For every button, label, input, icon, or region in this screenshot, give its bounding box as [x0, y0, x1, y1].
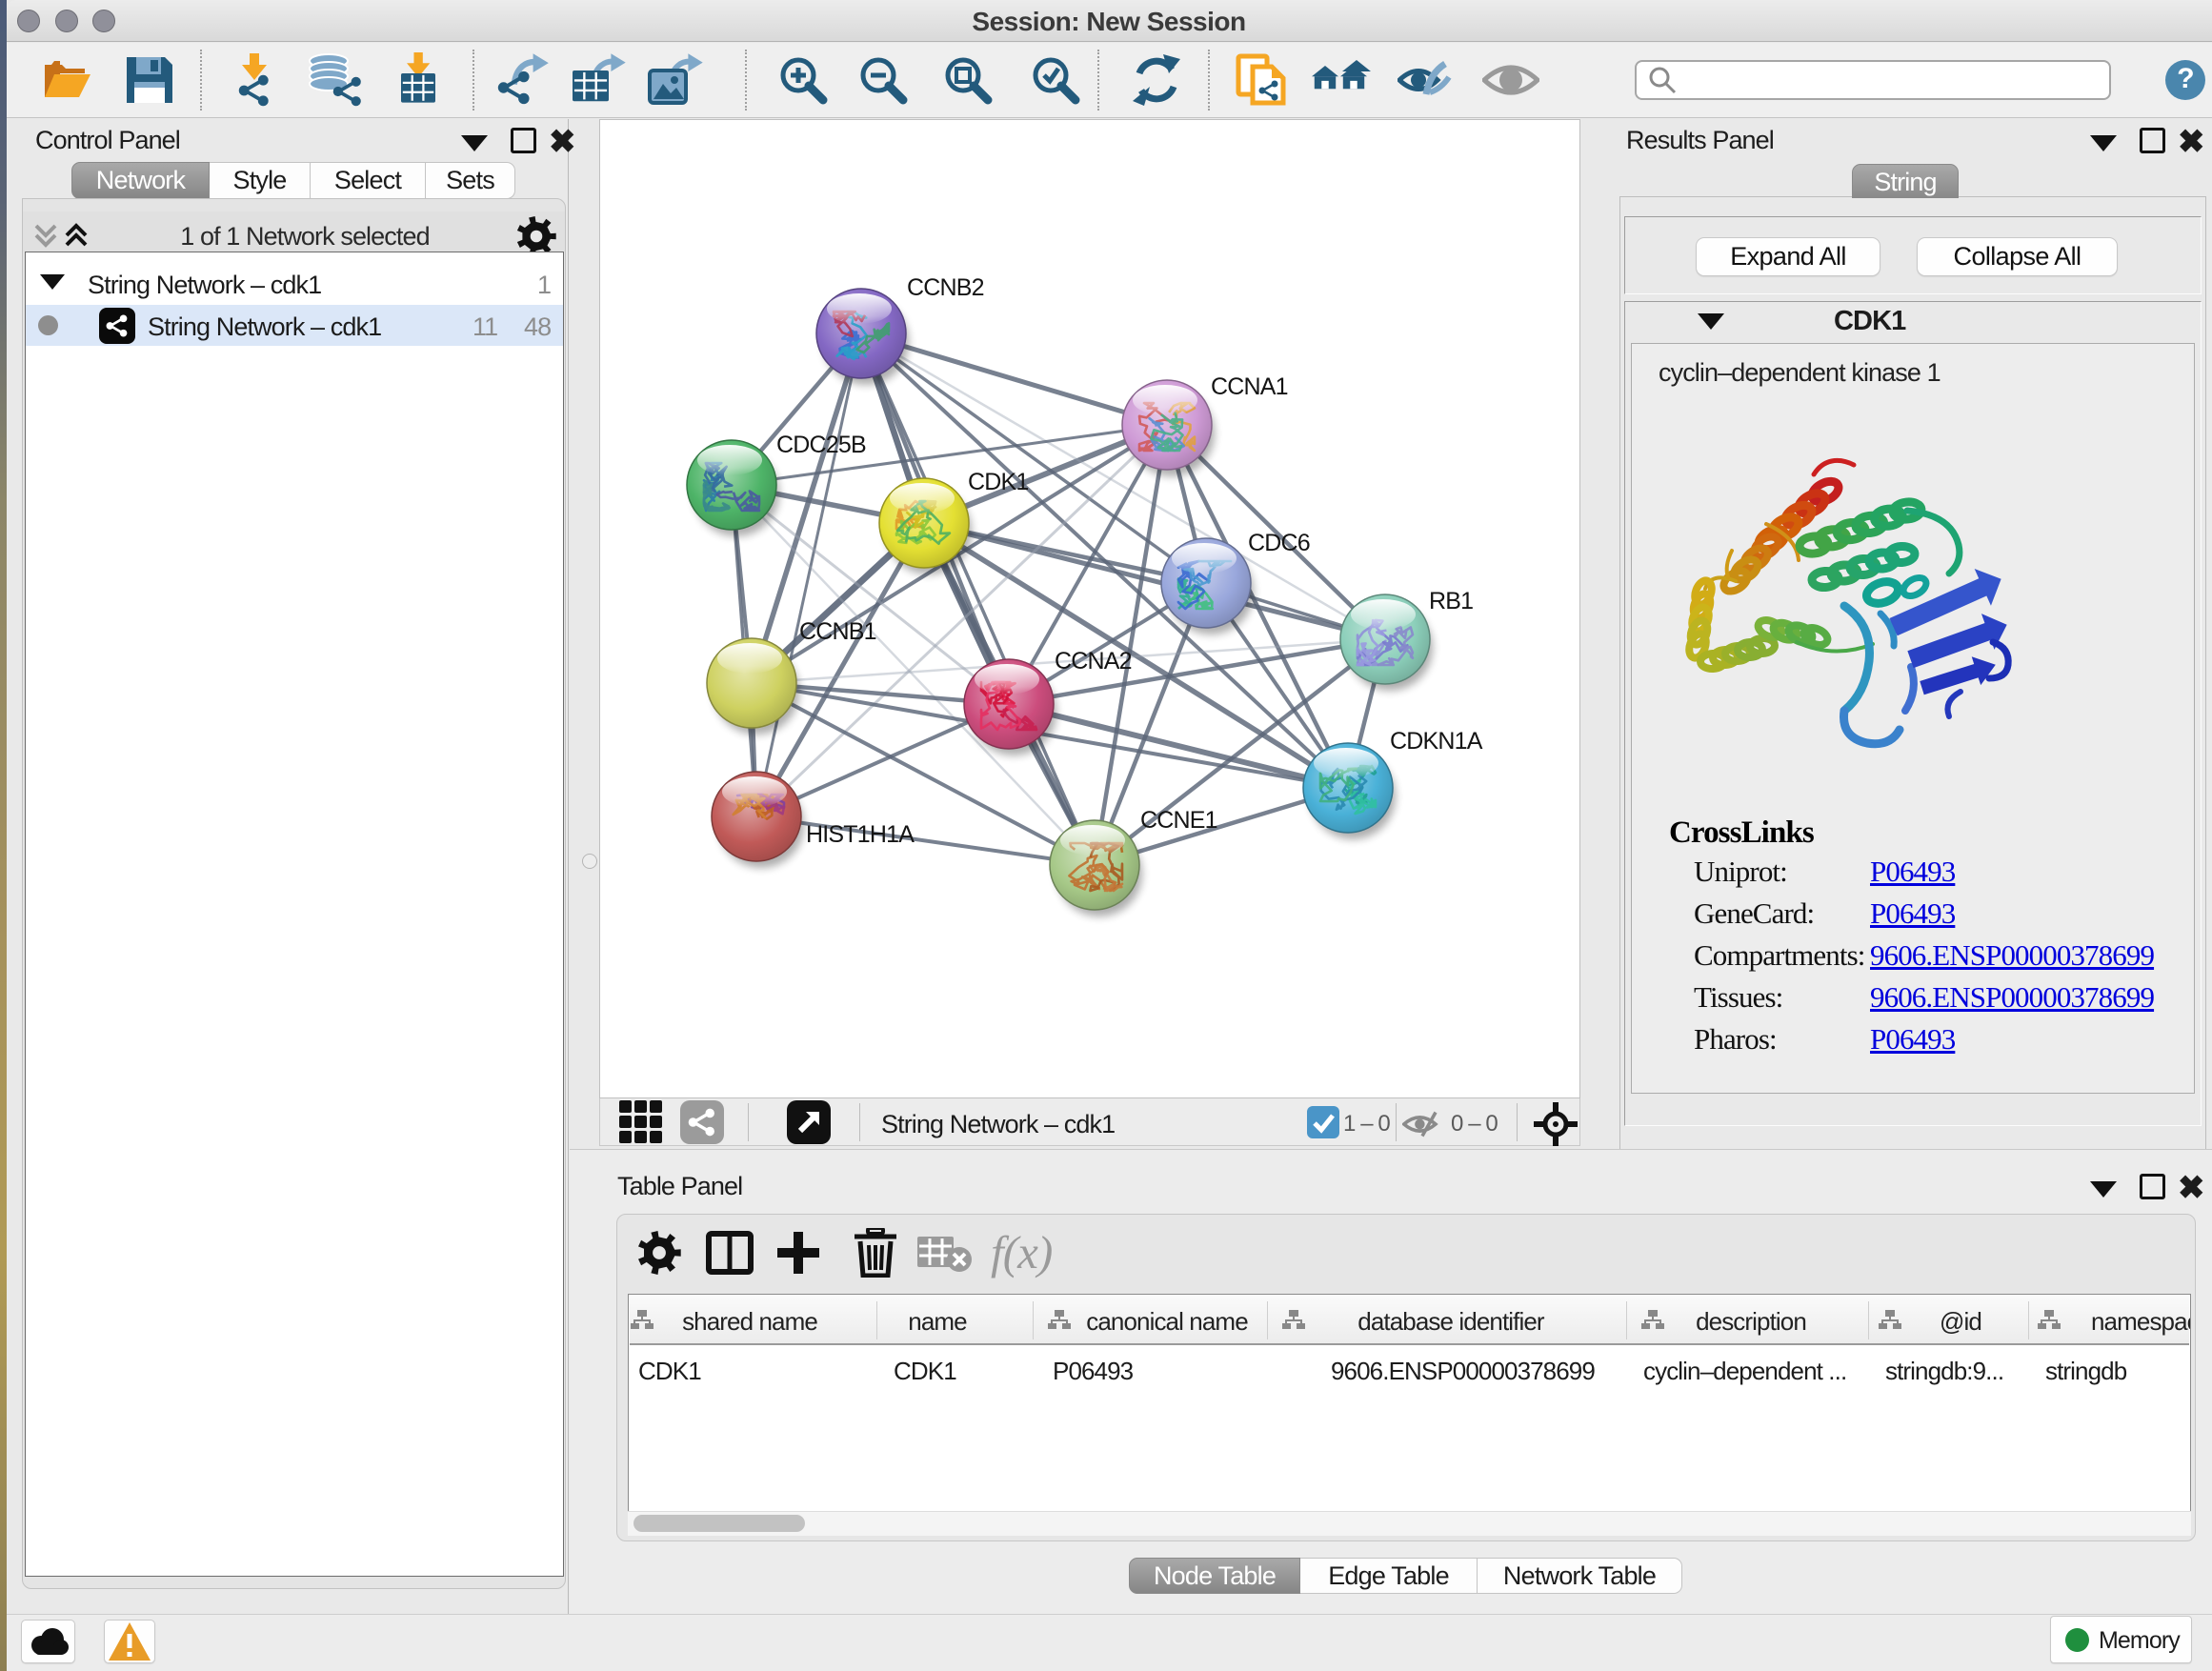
svg-text:CCNB1: CCNB1 — [799, 618, 876, 645]
svg-text:HIST1H1A: HIST1H1A — [806, 821, 915, 848]
svg-text:CDC6: CDC6 — [1248, 530, 1310, 556]
svg-text:CCNB2: CCNB2 — [907, 274, 984, 301]
svg-text:CDKN1A: CDKN1A — [1390, 728, 1483, 755]
svg-text:CDK1: CDK1 — [968, 469, 1029, 495]
svg-text:CCNE1: CCNE1 — [1140, 807, 1217, 834]
svg-text:CCNA2: CCNA2 — [1055, 648, 1132, 674]
svg-text:RB1: RB1 — [1429, 588, 1473, 614]
svg-text:CCNA1: CCNA1 — [1211, 373, 1288, 400]
svg-text:CDC25B: CDC25B — [776, 432, 866, 458]
